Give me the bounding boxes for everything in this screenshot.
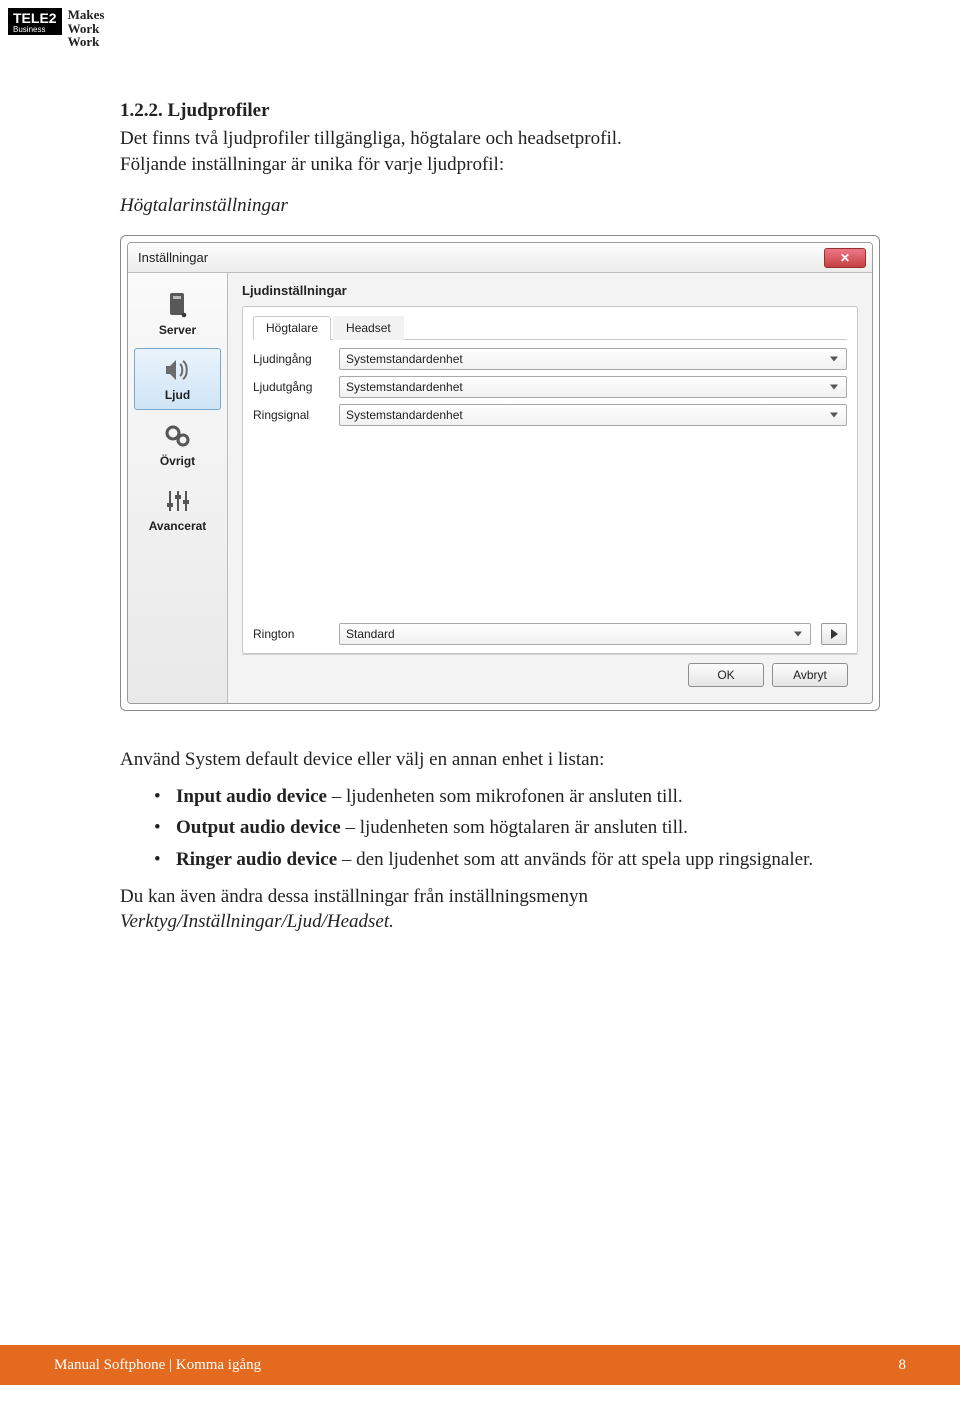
- cancel-button[interactable]: Avbryt: [772, 663, 848, 687]
- close-button[interactable]: ✕: [824, 248, 866, 268]
- close-icon: ✕: [840, 251, 850, 265]
- audio-settings-panel: Högtalare Headset Ljudingång Systemstand…: [242, 306, 858, 654]
- gears-icon: [160, 421, 196, 451]
- speaker-icon: [160, 355, 196, 385]
- output-device-label: Ljudutgång: [253, 380, 339, 394]
- sidebar-item-label: Avancerat: [137, 520, 218, 533]
- closing-paragraph: Du kan även ändra dessa inställningar fr…: [120, 884, 880, 935]
- list-item: Ringer audio device – den ljudenhet som …: [154, 846, 880, 874]
- sidebar-item-label: Ljud: [137, 389, 218, 402]
- sliders-icon: [160, 486, 196, 516]
- tab-headset[interactable]: Headset: [333, 316, 404, 340]
- device-list: Input audio device – ljudenheten som mik…: [154, 783, 880, 874]
- sidebar-item-server[interactable]: Server: [134, 283, 221, 344]
- dialog-titlebar: Inställningar ✕: [128, 243, 872, 273]
- list-item: Input audio device – ljudenheten som mik…: [154, 783, 880, 811]
- ok-button[interactable]: OK: [688, 663, 764, 687]
- subheading: Högtalarinställningar: [120, 195, 880, 217]
- sidebar-item-label: Övrigt: [137, 455, 218, 468]
- page-content: 1.2.2. Ljudprofiler Det finns två ljudpr…: [120, 100, 880, 941]
- dialog-screenshot-frame: Inställningar ✕ Server: [120, 235, 880, 711]
- panel-title: Ljudinställningar: [242, 283, 858, 298]
- sidebar-item-avancerat[interactable]: Avancerat: [134, 479, 221, 540]
- server-icon: [160, 290, 196, 320]
- footer-text: Manual Softphone | Komma igång: [54, 1357, 261, 1374]
- brand-slogan: Makes Work Work: [68, 8, 105, 49]
- settings-dialog: Inställningar ✕ Server: [127, 242, 873, 704]
- sidebar-item-label: Server: [137, 324, 218, 337]
- brand-sub: Business: [13, 26, 57, 34]
- dialog-sidebar: Server Ljud Övrigt: [128, 273, 228, 703]
- sidebar-item-ljud[interactable]: Ljud: [134, 348, 221, 409]
- input-device-select[interactable]: Systemstandardenhet: [339, 348, 847, 370]
- intro-paragraph: Det finns två ljudprofiler tillgängliga,…: [120, 126, 880, 177]
- tab-hogtalare[interactable]: Högtalare: [253, 316, 331, 340]
- brand-top: TELE2: [13, 10, 57, 26]
- page-number: 8: [899, 1357, 907, 1374]
- ringtone-label: Rington: [253, 627, 329, 641]
- header-logo: TELE2 Business Makes Work Work: [8, 8, 104, 49]
- list-item: Output audio device – ljudenheten som hö…: [154, 814, 880, 842]
- sidebar-item-ovrigt[interactable]: Övrigt: [134, 414, 221, 475]
- dialog-title: Inställningar: [138, 250, 824, 265]
- section-heading: 1.2.2. Ljudprofiler: [120, 100, 880, 122]
- profile-tabs: Högtalare Headset: [253, 315, 847, 340]
- output-device-select[interactable]: Systemstandardenhet: [339, 376, 847, 398]
- input-device-label: Ljudingång: [253, 352, 339, 366]
- ringtone-select[interactable]: Standard: [339, 623, 811, 645]
- page-footer: Manual Softphone | Komma igång 8: [0, 1345, 960, 1385]
- ringer-device-label: Ringsignal: [253, 408, 339, 422]
- post-dialog-paragraph: Använd System default device eller välj …: [120, 747, 880, 773]
- tele2-badge: TELE2 Business: [8, 8, 62, 35]
- ringer-device-select[interactable]: Systemstandardenhet: [339, 404, 847, 426]
- play-ringtone-button[interactable]: [821, 623, 847, 645]
